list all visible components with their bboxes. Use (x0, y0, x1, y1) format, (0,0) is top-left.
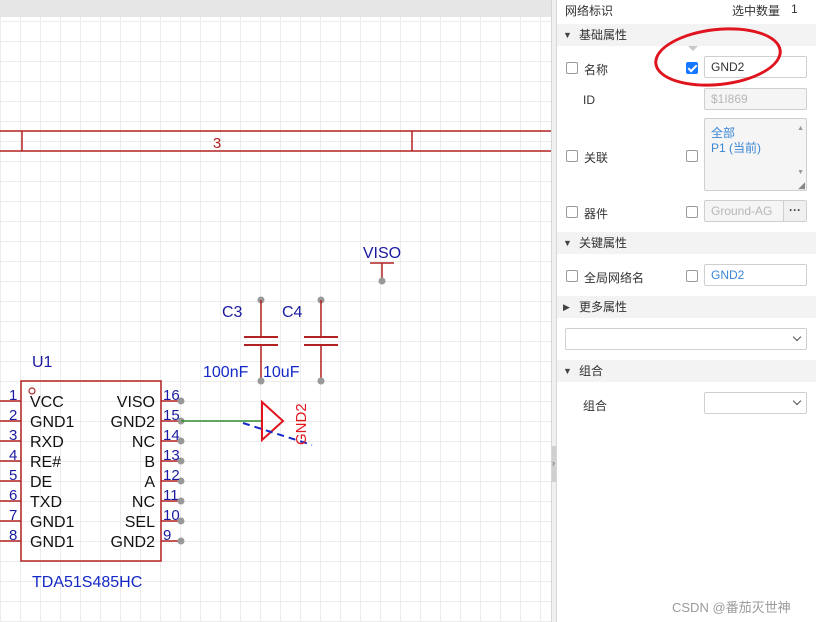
u1-pin-number: 8 (9, 527, 17, 544)
u1-pin-name: VISO (117, 394, 155, 411)
u1-pin-name: DE (30, 474, 52, 491)
u1-pin-name: GND2 (111, 414, 156, 431)
u1-pin-name: RXD (30, 434, 64, 451)
u1-pin-number: 1 (9, 387, 17, 404)
u1-pins: 1 VCC 2 GND1 3 RXD 4 RE# 5 DE 6 TXD 7 GND1 8 GND1 16 VISO… (0, 387, 185, 551)
c3-designator[interactable]: C3 (222, 304, 243, 321)
properties-panel: 网络标识 选中数量 1 ▼ 基础属性 名称 GND2 ID $1I869 关联 … (557, 0, 816, 622)
u1-pin-name: GND1 (30, 514, 75, 531)
global-net-label: 全局网络名 (584, 271, 645, 285)
device-checkbox[interactable] (566, 206, 578, 218)
name-label: 名称 (584, 63, 609, 77)
scroll-up-icon[interactable]: ▲ (797, 121, 804, 136)
schematic-canvas[interactable]: 3 VISO C3 100nF C4 10uF U1 1 VCC 2 GND1 3 RXD… (0, 0, 551, 622)
u1-pin-number: 6 (9, 487, 17, 504)
group-label: 组合 (583, 399, 608, 413)
splitter-handle[interactable]: › (552, 446, 556, 482)
watermark: CSDN @番茄灭世神 (672, 600, 791, 615)
u1-pin-number: 15 (163, 407, 180, 424)
u1-pin-name: NC (132, 494, 155, 511)
u1-pin-number: 9 (163, 527, 171, 544)
visio-port-pin (378, 277, 386, 285)
schematic-drawing[interactable]: 3 VISO C3 100nF C4 10uF U1 1 VCC 2 GND1 3 RXD… (0, 0, 551, 622)
device-input[interactable]: Ground-AG ··· (704, 200, 807, 222)
u1-pin-name: SEL (125, 514, 155, 531)
u1-part-name[interactable]: TDA51S485HC (32, 574, 142, 591)
name-checkbox[interactable] (566, 62, 578, 74)
visio-net-label[interactable]: VISO (363, 245, 401, 262)
caret-down-icon: ▼ (563, 30, 572, 40)
u1-pin-number: 5 (9, 467, 17, 484)
u1-designator[interactable]: U1 (32, 354, 53, 371)
chevron-down-icon (792, 332, 802, 342)
section-group-header[interactable]: ▼ 组合 (557, 360, 816, 382)
device-value: Ground-AG (711, 204, 773, 218)
resize-grip-icon[interactable]: ◢ (798, 178, 805, 193)
section-group-title: 组合 (579, 364, 604, 378)
assoc-lock-checkbox[interactable] (686, 150, 698, 162)
assoc-item-all[interactable]: 全部 (711, 126, 806, 141)
assoc-label: 关联 (584, 151, 609, 165)
panel-header-title: 网络标识 (565, 4, 614, 18)
u1-pin-number: 7 (9, 507, 17, 524)
section-basic-title: 基础属性 (579, 28, 628, 42)
u1-pin-number: 3 (9, 427, 17, 444)
c3-value[interactable]: 100nF (203, 364, 249, 381)
u1-pin-name: B (144, 454, 155, 471)
section-key-title: 关键属性 (579, 236, 628, 250)
panel-header: 网络标识 选中数量 1 (557, 0, 816, 20)
section-more-header[interactable]: ▶ 更多属性 (557, 296, 816, 318)
device-lock-checkbox[interactable] (686, 206, 698, 218)
assoc-list[interactable]: 全部 P1 (当前) ▲ ▼ ◢ (704, 118, 807, 191)
u1-pin-number: 2 (9, 407, 17, 424)
global-net-input[interactable]: GND2 (704, 264, 807, 286)
id-label: ID (583, 93, 595, 107)
u1-pin-number: 12 (163, 467, 180, 484)
id-input: $1I869 (704, 88, 807, 110)
section-key-header[interactable]: ▼ 关键属性 (557, 232, 816, 254)
chevron-down-icon (792, 396, 802, 406)
gnd2-flag-label[interactable]: GND2 (293, 403, 310, 445)
u1-pin-name: GND2 (111, 534, 156, 551)
caret-down-icon: ▼ (563, 366, 572, 376)
u1-pin-name: RE# (30, 454, 61, 471)
u1-pin-number: 14 (163, 427, 180, 444)
global-net-lock-checkbox[interactable] (686, 270, 698, 282)
u1-pin-endpoint (177, 537, 185, 545)
c4-pin-bottom (317, 377, 325, 385)
device-browse-button[interactable]: ··· (783, 201, 806, 221)
bus-label: 3 (213, 135, 221, 152)
u1-pin-name: A (144, 474, 155, 491)
caret-down-icon: ▼ (563, 238, 572, 248)
c4-designator[interactable]: C4 (282, 304, 303, 321)
collapse-arrow-icon: › (552, 458, 555, 468)
assoc-item-current[interactable]: P1 (当前) (711, 141, 806, 156)
u1-pin-number: 16 (163, 387, 180, 404)
u1-pin-name: GND1 (30, 534, 75, 551)
selected-count-value: 1 (791, 2, 798, 16)
u1-pin-number: 13 (163, 447, 180, 464)
u1-pin-name: NC (132, 434, 155, 451)
global-net-checkbox[interactable] (566, 270, 578, 282)
device-label: 器件 (584, 207, 609, 221)
more-properties-select[interactable] (565, 328, 807, 350)
u1-pin-name: VCC (30, 394, 64, 411)
group-select[interactable] (704, 392, 807, 414)
u1-pin-name: GND1 (30, 414, 75, 431)
u1-pin-number: 11 (163, 487, 179, 504)
assoc-checkbox[interactable] (566, 150, 578, 162)
u1-pin-number: 4 (9, 447, 17, 464)
u1-pin-number: 10 (163, 507, 180, 524)
caret-right-icon: ▶ (563, 302, 570, 312)
u1-pin-name: TXD (30, 494, 62, 511)
selected-count-label: 选中数量 (732, 4, 781, 18)
c4-value[interactable]: 10uF (263, 364, 300, 381)
section-more-title: 更多属性 (579, 300, 628, 314)
